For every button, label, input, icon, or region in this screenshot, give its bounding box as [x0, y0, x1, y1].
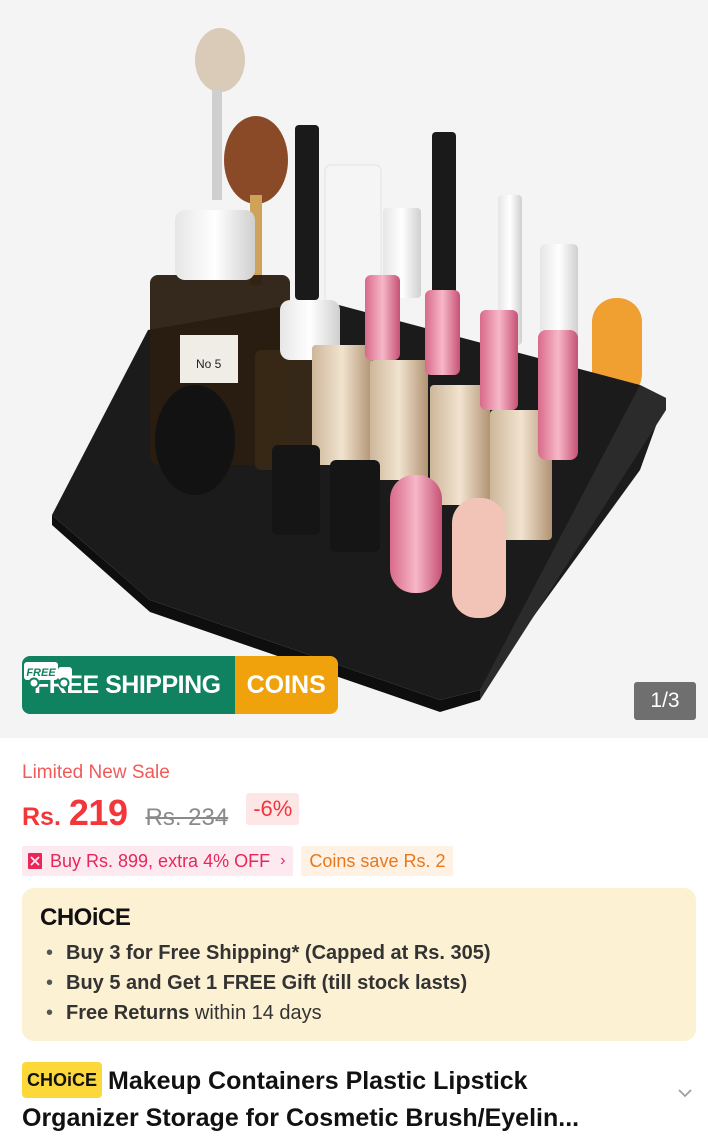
promo-row: Buy Rs. 899, extra 4% OFF › Coins save R…	[22, 846, 454, 876]
free-shipping-section: FREE FREE SHIPPING	[22, 656, 235, 714]
discount-badge: -6%	[246, 793, 300, 825]
coins-label: COINS	[246, 670, 326, 699]
choice-benefits-list: Buy 3 for Free Shipping* (Capped at Rs. …	[40, 938, 678, 1028]
product-image: No 5	[52, 28, 666, 712]
original-price: Rs. 234	[145, 804, 229, 831]
bundle-offer-button[interactable]: Buy Rs. 899, extra 4% OFF ›	[22, 846, 294, 876]
free-badge: FREE	[26, 667, 56, 679]
current-price: 219	[68, 792, 128, 833]
coins-section: COINS	[234, 656, 338, 714]
choice-logo: CHOiCE	[40, 904, 131, 931]
product-title-line2: Organizer Storage for Cosmetic Brush/Eye…	[22, 1104, 580, 1132]
coupon-icon	[28, 853, 42, 869]
coins-save-badge: Coins save Rs. 2	[301, 846, 454, 876]
choice-benefit-item: Free Returns within 14 days	[40, 998, 678, 1028]
choice-benefit-item: Buy 3 for Free Shipping* (Capped at Rs. …	[40, 938, 678, 968]
perfume-label: No 5	[196, 357, 222, 371]
product-title-line1: Makeup Containers Plastic Lipstick	[108, 1067, 528, 1095]
choice-chip: CHOiCE	[22, 1062, 103, 1098]
price-currency: Rs.	[22, 803, 61, 831]
image-counter: 1/3	[634, 682, 696, 720]
chevron-down-icon[interactable]	[676, 1084, 694, 1102]
free-shipping-banner[interactable]: FREE FREE SHIPPING COINS	[22, 656, 338, 714]
price-row: Rs. 219 Rs. 234 -6%	[22, 792, 300, 834]
choice-benefits-box[interactable]: CHOiCE Buy 3 for Free Shipping* (Capped …	[22, 888, 696, 1041]
truck-icon: FREE	[24, 662, 72, 689]
chevron-right-icon: ›	[280, 852, 286, 869]
sale-label: Limited New Sale	[22, 762, 170, 783]
product-image-gallery[interactable]: No 5 FREE FREE SHIPPING COINS 1/3	[0, 0, 708, 738]
product-title[interactable]: CHOiCE Makeup Containers Plastic Lipstick…	[22, 1062, 662, 1135]
choice-benefit-item: Buy 5 and Get 1 FREE Gift (till stock la…	[40, 968, 678, 998]
bundle-offer-label: Buy Rs. 899, extra 4% OFF	[50, 850, 271, 871]
